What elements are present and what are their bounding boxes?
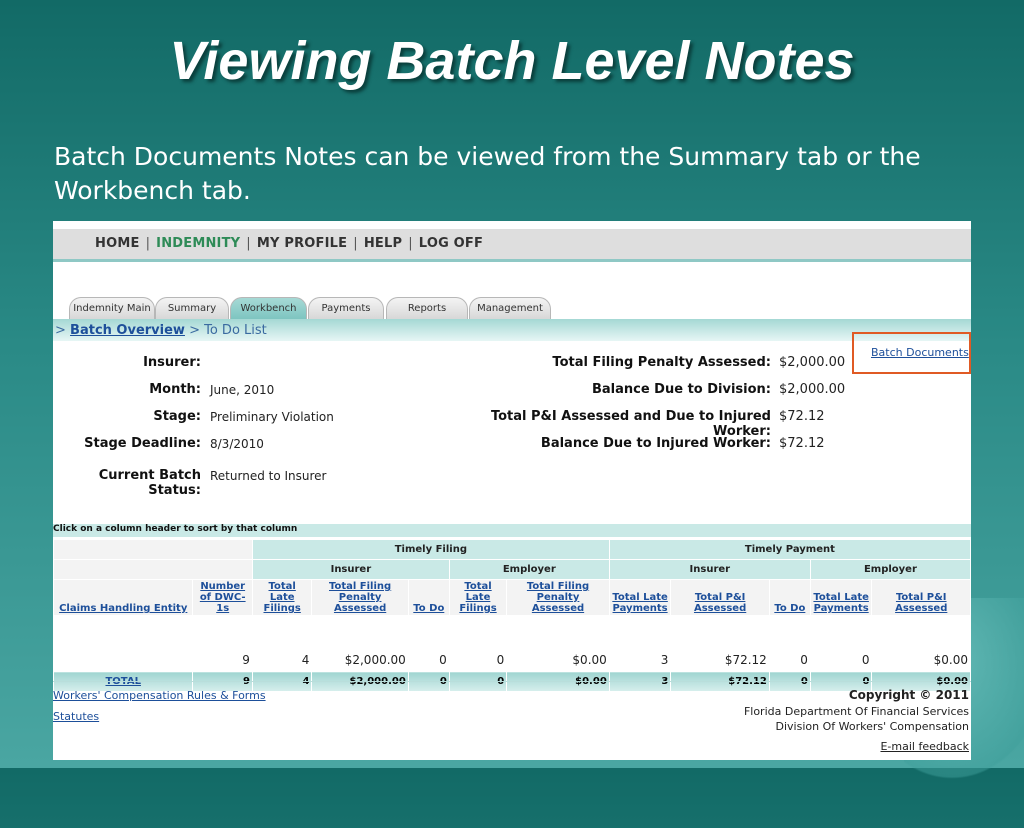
nav-separator: | xyxy=(408,236,413,251)
col-header[interactable]: Total Filing Penalty Assessed xyxy=(311,579,409,616)
footer-divider xyxy=(53,681,971,682)
table-cell: 9 xyxy=(192,648,253,672)
penalty-label: Total Filing Penalty Assessed: xyxy=(552,355,771,370)
subgroup-insurer: Insurer xyxy=(608,559,811,580)
group-timely-payment: Timely Payment xyxy=(608,539,971,560)
top-navigation: HOME | INDEMNITY | MY PROFILE | HELP | LOG OFF xyxy=(53,229,971,262)
col-header[interactable]: Claims Handling Entity xyxy=(53,579,194,616)
col-header[interactable]: To Do xyxy=(768,579,811,616)
spacer-row xyxy=(53,615,971,649)
breadcrumb: > Batch Overview > To Do List xyxy=(55,323,267,338)
batch-table: Timely Filing Timely Payment Insurer Emp… xyxy=(53,539,971,692)
nav-help[interactable]: HELP xyxy=(364,236,402,251)
tab-reports[interactable]: Reports xyxy=(386,297,468,320)
col-header[interactable]: Total Late Filings xyxy=(251,579,313,616)
table-cell xyxy=(53,648,194,672)
col-header[interactable]: Total Late Payments xyxy=(608,579,672,616)
nav-separator: | xyxy=(246,236,251,251)
org-line-2: Division Of Workers' Compensation xyxy=(775,720,970,733)
blank-cell xyxy=(53,559,253,580)
table-cell: 0 xyxy=(448,648,508,672)
due-worker-label: Balance Due to Injured Worker: xyxy=(540,436,771,451)
batch-status-value: Returned to Insurer xyxy=(210,469,327,483)
stage-deadline-label: Stage Deadline: xyxy=(84,436,201,451)
sort-hint: Click on a column header to sort by that… xyxy=(53,524,971,537)
nav-my-profile[interactable]: MY PROFILE xyxy=(257,236,347,251)
insurer-label: Insurer: xyxy=(143,355,201,370)
breadcrumb-prefix: > xyxy=(55,323,66,338)
table-cell: $0.00 xyxy=(506,648,610,672)
due-division-value: $2,000.00 xyxy=(779,382,846,397)
screenshot-panel: HOME | INDEMNITY | MY PROFILE | HELP | LOG OFF I… xyxy=(53,221,971,760)
due-worker-value: $72.12 xyxy=(779,436,825,451)
col-header[interactable]: Total P&I Assessed xyxy=(670,579,770,616)
table-cell: 3 xyxy=(608,648,672,672)
subgroup-employer: Employer xyxy=(448,559,610,580)
group-timely-filing: Timely Filing xyxy=(251,539,610,560)
due-division-label: Balance Due to Division: xyxy=(591,382,771,397)
pi-label: Total P&I Assessed and Due to Injured Wo… xyxy=(490,409,771,439)
col-header[interactable]: Total Late Payments xyxy=(809,579,873,616)
breadcrumb-current: > To Do List xyxy=(189,323,267,338)
stage-deadline-value: 8/3/2010 xyxy=(210,437,264,451)
month-value: June, 2010 xyxy=(210,383,275,397)
col-header[interactable]: Total P&I Assessed xyxy=(871,579,971,616)
nav-log-off[interactable]: LOG OFF xyxy=(419,236,483,251)
nav-separator: | xyxy=(353,236,358,251)
copyright-text: Copyright © 2011 xyxy=(848,688,969,702)
rules-forms-link[interactable]: Workers' Compensation Rules & Forms xyxy=(53,689,266,702)
table-cell: $2,000.00 xyxy=(311,648,409,672)
email-feedback-link[interactable]: E-mail feedback xyxy=(880,740,969,753)
subgroup-insurer: Insurer xyxy=(251,559,450,580)
table-cell: 0 xyxy=(768,648,811,672)
tab-payments[interactable]: Payments xyxy=(308,297,384,320)
slide-body-text: Batch Documents Notes can be viewed from… xyxy=(54,142,921,205)
col-header[interactable]: Total Filing Penalty Assessed xyxy=(506,579,610,616)
table-cell: $0.00 xyxy=(871,648,971,672)
nav-indemnity[interactable]: INDEMNITY xyxy=(156,236,240,251)
table-row: 9 4 $2,000.00 0 0 $0.00 3 $72.12 0 0 $0.… xyxy=(53,648,971,672)
month-label: Month: xyxy=(149,382,201,397)
subgroup-employer: Employer xyxy=(809,559,971,580)
table-cell: 0 xyxy=(407,648,450,672)
org-line-1: Florida Department Of Financial Services xyxy=(743,705,969,718)
table-cell: $72.12 xyxy=(670,648,770,672)
table-cell: 4 xyxy=(251,648,313,672)
batch-documents-link[interactable]: Batch Documents xyxy=(871,346,969,359)
stage-label: Stage: xyxy=(153,409,201,424)
nav-separator: | xyxy=(145,236,151,251)
statutes-link[interactable]: Statutes xyxy=(53,710,99,723)
col-header[interactable]: Total Late Filings xyxy=(448,579,508,616)
breadcrumb-batch-overview-link[interactable]: Batch Overview xyxy=(70,323,185,338)
col-header[interactable]: Number of DWC-1s xyxy=(192,579,253,616)
tab-indemnity-main[interactable]: Indemnity Main xyxy=(69,297,155,320)
batch-status-label: Current Batch Status: xyxy=(98,468,201,498)
penalty-value: $2,000.00 xyxy=(779,355,846,370)
stage-value: Preliminary Violation xyxy=(210,410,334,424)
nav-home[interactable]: HOME xyxy=(95,236,140,251)
blank-cell xyxy=(53,539,253,560)
pi-value: $72.12 xyxy=(779,409,825,424)
tab-workbench[interactable]: Workbench xyxy=(230,297,307,320)
tab-management[interactable]: Management xyxy=(469,297,551,320)
tab-summary[interactable]: Summary xyxy=(155,297,229,320)
table-cell: 0 xyxy=(809,648,873,672)
col-header[interactable]: To Do xyxy=(407,579,450,616)
slide-title: Viewing Batch Level Notes xyxy=(169,31,855,91)
